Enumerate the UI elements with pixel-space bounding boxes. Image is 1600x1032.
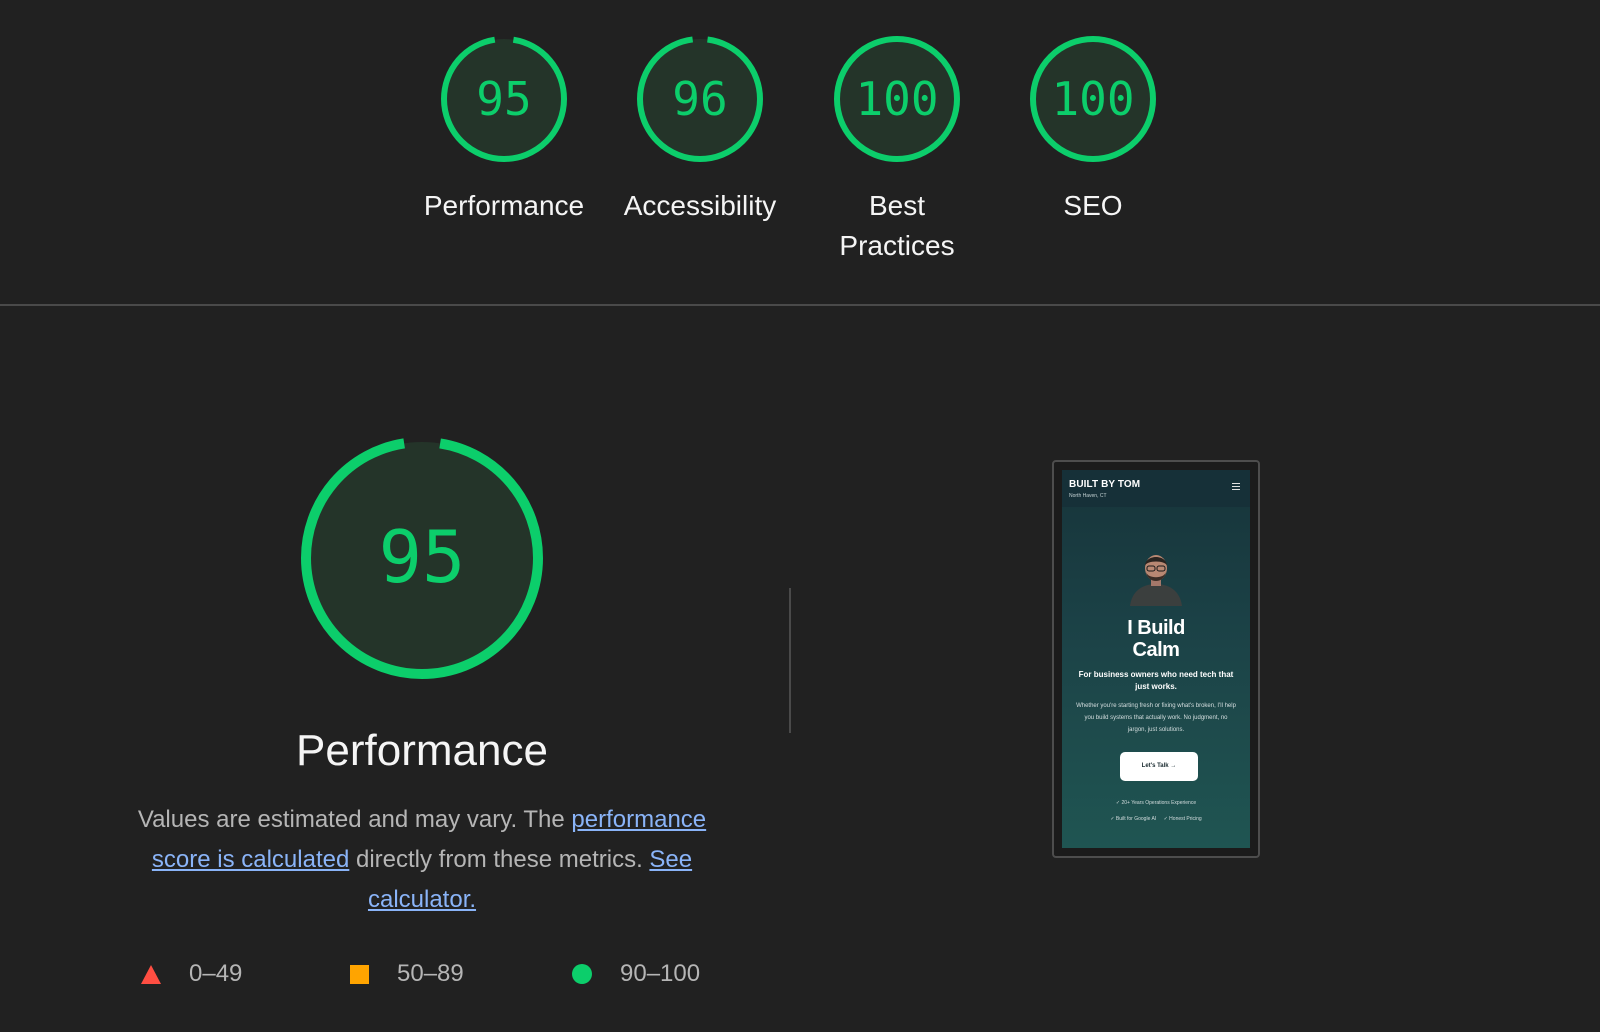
- site-brand: BUILT BY TOM: [1069, 479, 1141, 490]
- hero-title-line2: Calm: [1132, 639, 1180, 661]
- performance-main-ring: 95: [301, 437, 543, 679]
- gauge-seo[interactable]: 100 SEO: [1003, 34, 1183, 226]
- screenshot-screen: BUILT BY TOM North Haven, CT I Build Cal…: [1062, 470, 1250, 848]
- hero-title-line1: I Build: [1127, 617, 1185, 639]
- accessibility-label: Accessibility: [623, 190, 777, 221]
- lets-talk-button: Let's Talk →: [1120, 752, 1198, 781]
- circle-icon: [572, 964, 592, 984]
- legend-pass: 90–100: [572, 954, 700, 994]
- performance-description: Values are estimated and may vary. The p…: [112, 800, 732, 920]
- performance-title: Performance: [296, 726, 548, 775]
- site-location: North Haven, CT: [1069, 493, 1107, 499]
- seo-label: SEO: [1063, 190, 1123, 221]
- vertical-divider: [789, 588, 791, 733]
- gauge-performance[interactable]: 95 Performance: [414, 34, 594, 226]
- check-google-ai: ✓ Built for Google AI: [1110, 816, 1157, 822]
- performance-gauge-ring: 95: [441, 36, 567, 162]
- seo-gauge-ring: 100: [1030, 36, 1156, 162]
- description-text-middle: directly from these metrics.: [349, 846, 650, 873]
- description-text: Values are estimated and may vary. The: [137, 806, 572, 833]
- check-row-1: ✓ 20+ Years Operations Experience: [1062, 800, 1250, 806]
- gauge-accessibility[interactable]: 96 Accessibility: [610, 34, 790, 226]
- hero-subtitle: For business owners who need tech that j…: [1078, 670, 1234, 691]
- hamburger-menu-icon: [1232, 483, 1240, 491]
- performance-main-gauge: 95: [297, 433, 547, 683]
- best-practices-score: 100: [855, 72, 938, 126]
- legend-pass-range: 90–100: [620, 960, 701, 987]
- hero-title: I Build Calm: [1062, 617, 1250, 661]
- legend-average: 50–89: [350, 954, 464, 994]
- hero-body: Whether you're starting fresh or fixing …: [1076, 703, 1236, 733]
- triangle-icon: [141, 964, 161, 984]
- check-pricing: ✓ Honest Pricing: [1163, 816, 1202, 822]
- legend-fail: 0–49: [141, 954, 242, 994]
- performance-label: Performance: [423, 190, 585, 221]
- check-experience: ✓ 20+ Years Operations Experience: [1115, 800, 1197, 806]
- check-row-2: ✓ Built for Google AI ✓ Honest Pricing: [1062, 816, 1250, 822]
- gauge-best-practices[interactable]: 100 Best Practices: [807, 34, 987, 266]
- accessibility-score: 96: [672, 72, 727, 126]
- performance-main-score: 95: [379, 515, 466, 599]
- score-legend: 0–49 50–89 90–100: [0, 954, 800, 994]
- score-gauges: 95 Performance 96 Accessibility 100 Best…: [0, 34, 1600, 264]
- legend-average-range: 50–89: [397, 960, 464, 987]
- avatar-portrait: [1130, 555, 1182, 606]
- best-practices-gauge-ring: 100: [834, 36, 960, 162]
- best-practices-label: Best Practices: [839, 190, 955, 261]
- performance-score: 95: [476, 72, 531, 126]
- accessibility-gauge-ring: 96: [637, 36, 763, 162]
- section-divider: [0, 304, 1600, 306]
- square-icon: [350, 964, 369, 984]
- avatar: [1126, 546, 1186, 606]
- legend-fail-range: 0–49: [189, 960, 243, 987]
- site-header: BUILT BY TOM North Haven, CT: [1062, 470, 1250, 507]
- page-screenshot-thumbnail[interactable]: BUILT BY TOM North Haven, CT I Build Cal…: [1052, 460, 1260, 858]
- lighthouse-report: 95 Performance 96 Accessibility 100 Best…: [0, 0, 1600, 1032]
- seo-score: 100: [1051, 72, 1134, 126]
